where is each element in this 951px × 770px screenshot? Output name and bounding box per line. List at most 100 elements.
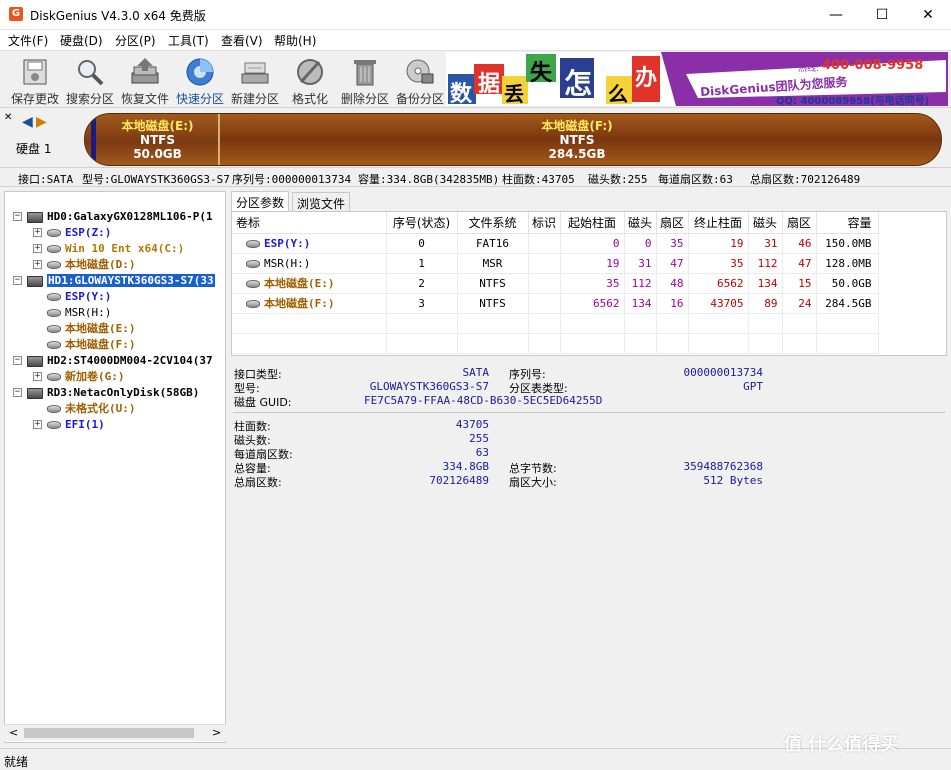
ad-banner[interactable]: 数 据 丢 失 怎 么 办 DiskGenius团队为您服务 400-008-9…	[446, 52, 948, 106]
tree-item-unformatted-u[interactable]: 未格式化(U:)	[33, 401, 136, 416]
total-bytes-value: 359488762368	[683, 460, 763, 473]
tree-item-local-e[interactable]: 本地磁盘(E:)	[33, 321, 136, 336]
tree-item-win10-c[interactable]: + Win 10 Ent x64(C:)	[33, 241, 184, 256]
new-partition-button[interactable]: 新建分区	[228, 54, 282, 106]
minimize-button[interactable]: —	[813, 0, 859, 30]
partition-f-name: 本地磁盘(F:)	[541, 119, 613, 133]
col-id[interactable]: 标识	[528, 212, 561, 234]
next-disk-icon[interactable]: ▶	[36, 114, 47, 130]
scroll-right-icon[interactable]: >	[212, 726, 221, 739]
volume-icon	[47, 341, 61, 349]
quick-partition-label: 快速分区	[175, 92, 224, 106]
row-size: 150.0MB	[816, 233, 879, 254]
menu-file[interactable]: 文件(F)	[8, 32, 48, 49]
row-label: 本地磁盘(E:)	[264, 277, 335, 290]
banner-char-7: 办	[635, 66, 658, 91]
row-id	[528, 273, 561, 294]
info-capacity: 容量:334.8GB(342835MB)	[358, 173, 500, 186]
tree-item-local-d[interactable]: + 本地磁盘(D:)	[33, 257, 136, 272]
close-button[interactable]: ✕	[905, 0, 951, 30]
heads-value: 255	[469, 432, 489, 445]
save-changes-button[interactable]: 保存更改	[8, 54, 62, 106]
col-end-head[interactable]: 磁头	[748, 212, 783, 234]
format-button[interactable]: 格式化	[283, 54, 337, 106]
scroll-left-icon[interactable]: <	[9, 726, 18, 739]
tree-item-msr-h[interactable]: MSR(H:)	[33, 305, 111, 320]
volume-icon	[246, 280, 260, 288]
tree-horizontal-scrollbar[interactable]: < >	[4, 724, 226, 741]
col-capacity[interactable]: 容量	[816, 212, 879, 234]
menu-disk[interactable]: 硬盘(D)	[60, 32, 103, 49]
row-end-head: 31	[748, 233, 783, 254]
tree-item-local-f[interactable]: 本地磁盘(F:)	[33, 337, 136, 352]
total-sectors-label: 总扇区数:	[234, 476, 282, 489]
maximize-button[interactable]: ☐	[859, 0, 905, 30]
info-serial: 序列号:000000013734	[232, 173, 352, 186]
col-start-cyl[interactable]: 起始柱面	[560, 212, 625, 234]
row-start-sec: 16	[656, 293, 689, 314]
banner-char-1: 数	[450, 82, 473, 106]
menu-tools[interactable]: 工具(T)	[168, 32, 209, 49]
search-partition-button[interactable]: 搜索分区	[63, 54, 117, 106]
partition-block-e[interactable]: 本地磁盘(E:) NTFS 50.0GB	[85, 114, 220, 165]
hdd-icon	[27, 355, 43, 367]
scroll-thumb[interactable]	[24, 728, 194, 738]
disk-tree-panel[interactable]: − HD0:GalaxyGX0128ML106-P(1 + ESP(Z:) + …	[4, 191, 226, 743]
table-row[interactable]: ESP(Y:) 0 FAT16 0 0 35 19 31 46 150.0MB	[232, 233, 879, 254]
banner-qq: QQ: 4000089958(与电话同号)	[776, 96, 930, 106]
collapse-icon[interactable]: −	[13, 388, 22, 397]
save-changes-label: 保存更改	[10, 92, 59, 106]
tree-item-new-g[interactable]: + 新加卷(G:)	[33, 369, 125, 384]
tree-item-esp-z[interactable]: + ESP(Z:)	[33, 225, 111, 240]
expand-icon[interactable]: +	[33, 244, 42, 253]
quick-partition-button[interactable]: 快速分区	[173, 54, 227, 106]
col-volume-label[interactable]: 卷标	[232, 212, 387, 234]
menu-view[interactable]: 查看(V)	[221, 32, 263, 49]
prev-disk-icon[interactable]: ◀	[22, 114, 33, 130]
pt-type-value: GPT	[743, 380, 763, 393]
delete-partition-button[interactable]: 删除分区	[338, 54, 392, 106]
table-row[interactable]: 本地磁盘(E:) 2 NTFS 35 112 48 6562 134 15 50…	[232, 273, 879, 294]
menu-help[interactable]: 帮助(H)	[274, 32, 316, 49]
col-index[interactable]: 序号(状态)	[386, 212, 458, 234]
expand-icon[interactable]: +	[33, 372, 42, 381]
close-disk-icon[interactable]: ✕	[4, 112, 12, 123]
tree-label-efi: EFI(1)	[65, 418, 105, 431]
row-start-sec: 47	[656, 253, 689, 274]
row-end-cyl: 35	[688, 253, 749, 274]
expand-icon[interactable]: +	[33, 228, 42, 237]
tree-item-efi[interactable]: + EFI(1)	[33, 417, 105, 432]
recover-files-button[interactable]: 恢复文件	[118, 54, 172, 106]
col-end-sector[interactable]: 扇区	[782, 212, 817, 234]
tree-item-hd0[interactable]: − HD0:GalaxyGX0128ML106-P(1	[13, 209, 213, 224]
expand-icon[interactable]: +	[33, 260, 42, 269]
row-size: 50.0GB	[816, 273, 879, 294]
tree-label-new-g: 新加卷(G:)	[65, 370, 125, 383]
collapse-icon[interactable]: −	[13, 276, 22, 285]
sector-size-label: 扇区大小:	[509, 476, 557, 489]
table-row[interactable]: 本地磁盘(F:) 3 NTFS 6562 134 16 43705 89 24 …	[232, 293, 879, 314]
volume-icon	[47, 229, 61, 237]
col-filesystem[interactable]: 文件系统	[457, 212, 529, 234]
tab-partition-params[interactable]: 分区参数	[231, 191, 290, 212]
col-end-cyl[interactable]: 终止柱面	[688, 212, 749, 234]
disk-partition-map[interactable]: 本地磁盘(E:) NTFS 50.0GB 本地磁盘(F:) NTFS 284.5…	[84, 113, 942, 166]
col-start-sector[interactable]: 扇区	[656, 212, 689, 234]
row-label: 本地磁盘(F:)	[264, 297, 335, 310]
table-row[interactable]: MSR(H:) 1 MSR 19 31 47 35 112 47 128.0MB	[232, 253, 879, 274]
total-sectors-value: 702126489	[429, 474, 489, 487]
backup-partition-button[interactable]: 备份分区	[393, 54, 447, 106]
expand-icon[interactable]: +	[33, 420, 42, 429]
tree-item-hd1[interactable]: − HD1:GLOWAYSTK360GS3-S7(33	[13, 273, 227, 288]
collapse-icon[interactable]: −	[13, 356, 22, 365]
col-start-head[interactable]: 磁头	[624, 212, 657, 234]
tree-item-esp-y[interactable]: ESP(Y:)	[33, 289, 111, 304]
tree-item-rd3[interactable]: − RD3:NetacOnlyDisk(58GB)	[13, 385, 199, 400]
tree-label-esp-y: ESP(Y:)	[65, 290, 112, 303]
menu-partition[interactable]: 分区(P)	[115, 32, 156, 49]
tree-item-hd2[interactable]: − HD2:ST4000DM004-2CV104(37	[13, 353, 213, 368]
collapse-icon[interactable]: −	[13, 212, 22, 221]
partition-block-f[interactable]: 本地磁盘(F:) NTFS 284.5GB	[222, 114, 941, 165]
volume-icon	[47, 325, 61, 333]
tab-browse-files[interactable]: 浏览文件	[292, 192, 351, 211]
